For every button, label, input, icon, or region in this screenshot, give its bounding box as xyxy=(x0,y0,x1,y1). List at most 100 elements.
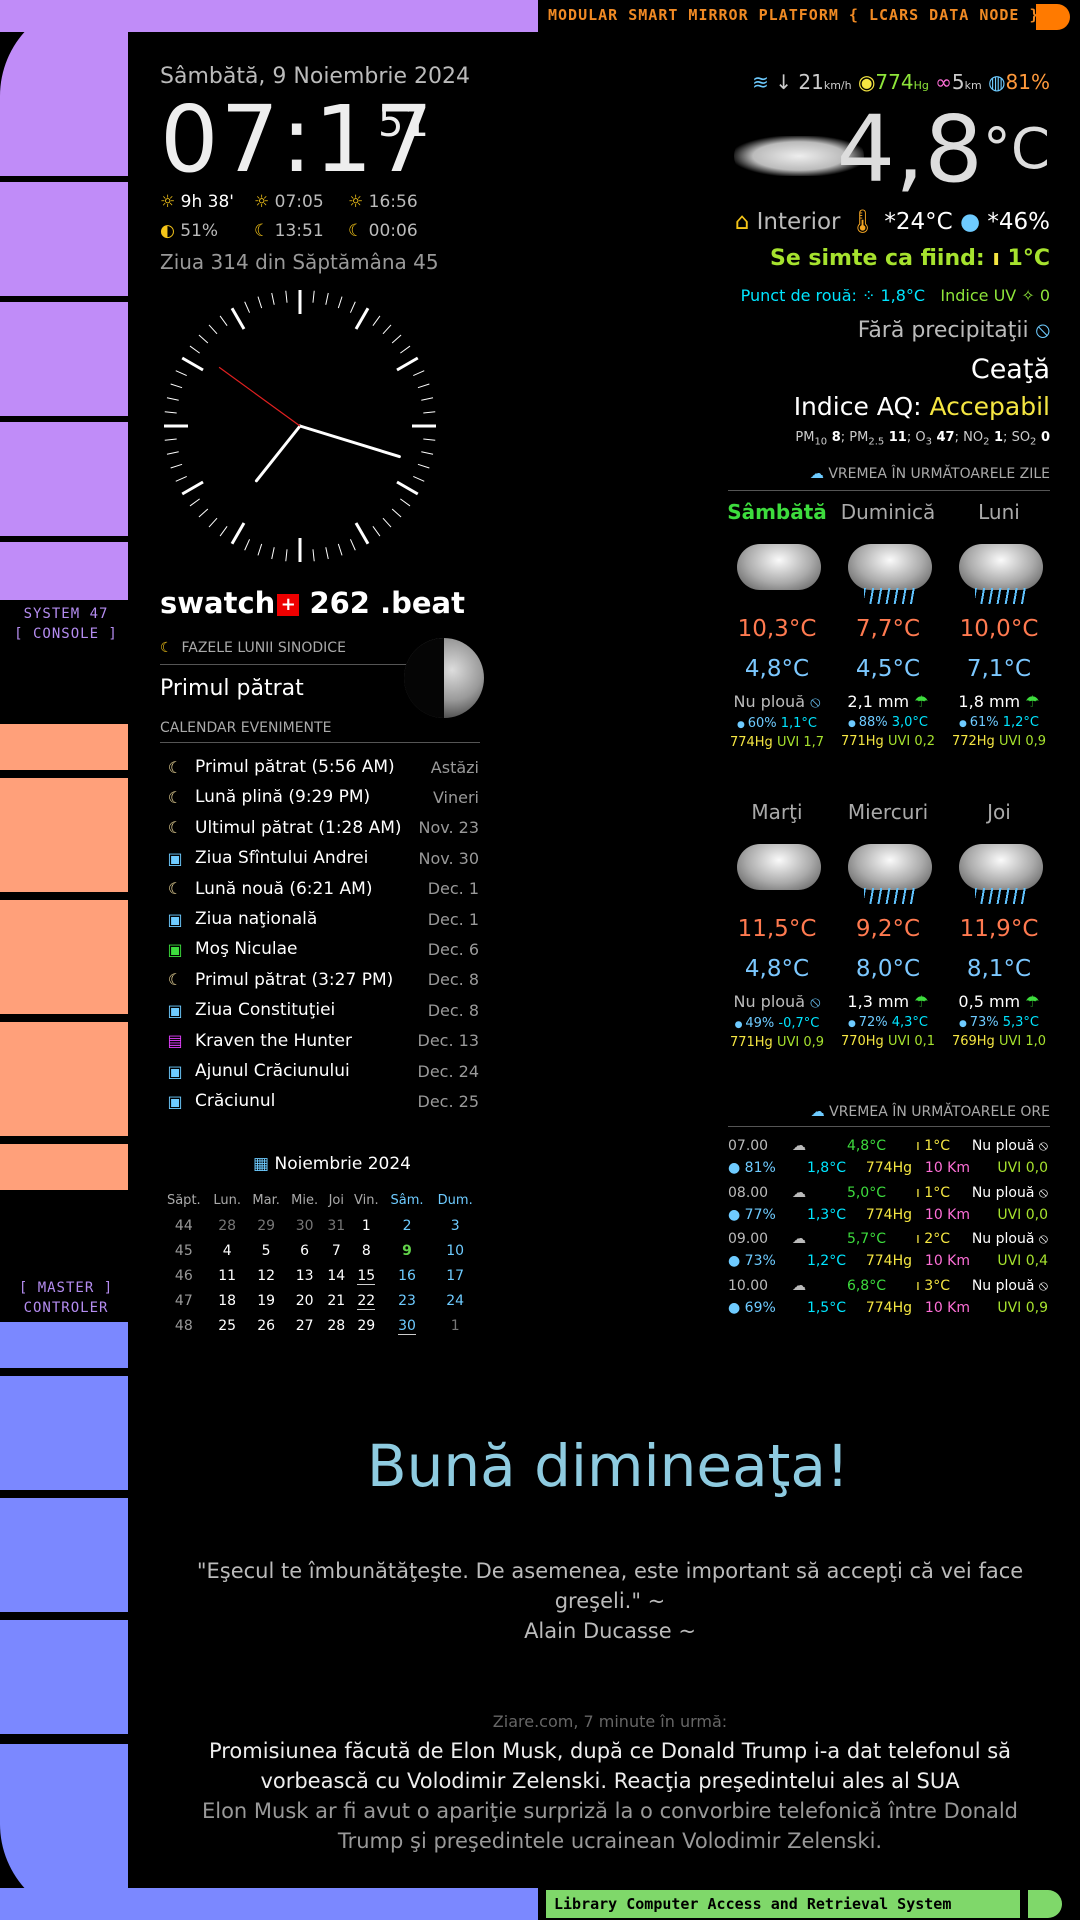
calendar-day[interactable]: 9 xyxy=(384,1238,431,1263)
event-item[interactable]: ▣ Moş Niculae Dec. 6 xyxy=(165,934,479,964)
forecast-temp-max: 10,0°C xyxy=(959,616,1039,642)
calendar-day[interactable]: 12 xyxy=(247,1263,286,1288)
calendar-day[interactable]: 11 xyxy=(208,1263,247,1288)
lcars-segment-salmon-4[interactable] xyxy=(0,1022,128,1136)
event-item[interactable]: ☾ Primul pătrat (5:56 AM) Astăzi xyxy=(165,752,479,782)
event-date: Astăzi xyxy=(430,757,479,777)
forecast-pressure-uv: 770Hg UVI 0,1 xyxy=(840,1034,936,1049)
event-item[interactable]: ▣ Ajunul Crăciunului Dec. 24 xyxy=(165,1056,479,1086)
event-item[interactable]: ▣ Crăciunul Dec. 25 xyxy=(165,1086,479,1116)
calendar-day[interactable]: 24 xyxy=(430,1288,480,1313)
humidity-icon: ◍ xyxy=(988,70,1006,94)
calendar-day[interactable]: 10 xyxy=(430,1238,480,1263)
calendar-day[interactable]: 23 xyxy=(384,1288,431,1313)
calendar-day[interactable]: 31 xyxy=(324,1213,349,1238)
calendar-day[interactable]: 2 xyxy=(384,1213,431,1238)
calendar-day[interactable]: 1 xyxy=(430,1313,480,1338)
lcars-top-cap[interactable] xyxy=(1036,4,1070,30)
calendar-weekday-header: Mar. xyxy=(252,1193,280,1208)
event-title: Crăciunul xyxy=(195,1091,276,1112)
lcars-segment-salmon-2[interactable] xyxy=(0,778,128,892)
no-rain-icon: ⦸ xyxy=(1035,318,1050,343)
rain-weather-icon xyxy=(838,534,938,604)
lcars-segment-purple-3[interactable] xyxy=(0,422,128,536)
lcars-segment-salmon-5[interactable] xyxy=(0,1144,128,1190)
calendar-day[interactable]: 28 xyxy=(324,1313,349,1338)
hourly-forecast-header: ☁ VREMEA ÎN URMĂTOARELE ORE xyxy=(811,1104,1050,1120)
lcars-segment-purple-4[interactable] xyxy=(0,542,128,600)
event-item[interactable]: ☾ Lună nouă (6:21 AM) Dec. 1 xyxy=(165,874,479,904)
calendar-day[interactable]: 19 xyxy=(247,1288,286,1313)
calendar-day[interactable]: 7 xyxy=(324,1238,349,1263)
calendar-day[interactable]: 29 xyxy=(349,1313,384,1338)
forecast-temp-max: 11,5°C xyxy=(737,916,817,942)
umbrella-icon: ☂ xyxy=(1025,692,1040,711)
cloud-icon: ☁ xyxy=(792,1138,806,1154)
feels-like-label: Se simte ca fiind: xyxy=(769,246,985,271)
lcars-segment-purple-1[interactable] xyxy=(0,182,128,296)
humidity-icon: ● xyxy=(958,1019,970,1029)
event-item[interactable]: ▣ Ziua naţională Dec. 1 xyxy=(165,904,479,934)
lcars-segment-blue-2[interactable] xyxy=(0,1376,128,1490)
calendar-day[interactable]: 20 xyxy=(286,1288,324,1313)
sun-icon: ☼ xyxy=(160,192,176,212)
calendar-day[interactable]: 5 xyxy=(247,1238,286,1263)
feels-like-value: 1°C xyxy=(1007,246,1050,271)
weather-condition: Ceaţă xyxy=(970,354,1050,385)
calendar-day[interactable]: 1 xyxy=(349,1213,384,1238)
calendar-day[interactable]: 25 xyxy=(208,1313,247,1338)
clock-minute-tick xyxy=(372,526,381,537)
forecast-humidity-dew: ● 49% -0,7°C xyxy=(734,1016,820,1031)
lcars-segment-blue-3[interactable] xyxy=(0,1498,128,1612)
hourly-pressure: 774Hg xyxy=(865,1299,912,1316)
calendar-day[interactable]: 14 xyxy=(324,1263,349,1288)
calendar-day[interactable]: 6 xyxy=(286,1238,324,1263)
hourly-visibility: 10 Km xyxy=(924,1160,970,1176)
calendar-day[interactable]: 22 xyxy=(349,1288,384,1313)
calendar-day[interactable]: 26 xyxy=(247,1313,286,1338)
clock-hour-tick xyxy=(181,356,204,372)
calendar-day[interactable]: 15 xyxy=(349,1263,384,1288)
calendar-day[interactable]: 27 xyxy=(286,1313,324,1338)
event-item[interactable]: ▣ Ziua Constituţiei Dec. 8 xyxy=(165,995,479,1025)
news-headline[interactable]: Promisiunea făcută de Elon Musk, după ce… xyxy=(180,1736,1040,1796)
calendar-day[interactable]: 29 xyxy=(247,1213,286,1238)
calendar-day[interactable]: 13 xyxy=(286,1263,324,1288)
lcars-segment-blue-1[interactable] xyxy=(0,1322,128,1368)
calendar-weekday-header: Dum. xyxy=(437,1193,473,1208)
calendar-day[interactable]: 3 xyxy=(430,1213,480,1238)
lcars-segment-purple-2[interactable] xyxy=(0,302,128,416)
lcars-segment-salmon-1[interactable] xyxy=(0,724,128,770)
calendar-day[interactable]: 18 xyxy=(208,1288,247,1313)
calendar-week-number: 46 xyxy=(174,1267,193,1284)
event-item[interactable]: ☾ Primul pătrat (3:27 PM) Dec. 8 xyxy=(165,965,479,995)
clock-hour-tick xyxy=(230,307,246,330)
hourly-dew: 1,5°C xyxy=(806,1299,846,1316)
quote: "Eşecul te îmbunătăţeşte. De asemenea, e… xyxy=(180,1556,1040,1646)
forecast-pressure-uv: 772Hg UVI 0,9 xyxy=(951,734,1047,749)
hourly-uv: UVI 0,0 xyxy=(997,1206,1048,1223)
moon-phase-header: ☾ FAZELE LUNII SINODICE xyxy=(160,640,346,656)
divider xyxy=(728,1126,1050,1127)
calendar-day[interactable]: 8 xyxy=(349,1238,384,1263)
calendar-day[interactable]: 17 xyxy=(430,1263,480,1288)
cloud-sun-icon: ☁ xyxy=(810,1104,825,1120)
lcars-segment-salmon-3[interactable] xyxy=(0,900,128,1014)
calendar-day[interactable]: 28 xyxy=(208,1213,247,1238)
event-date: Dec. 24 xyxy=(417,1061,480,1081)
calendar-day[interactable]: 4 xyxy=(208,1238,247,1263)
calendar-day[interactable]: 16 xyxy=(384,1263,431,1288)
event-item[interactable]: ▤ Kraven the Hunter Dec. 13 xyxy=(165,1026,479,1056)
calendar-week-row: 48 25 26 27 28 29 30 1 xyxy=(160,1313,480,1338)
event-item[interactable]: ☾ Ultimul pătrat (1:28 AM) Nov. 23 xyxy=(165,813,479,843)
calendar-day[interactable]: 21 xyxy=(324,1288,349,1313)
calendar-day[interactable]: 30 xyxy=(286,1213,324,1238)
lcars-segment-blue-4[interactable] xyxy=(0,1620,128,1734)
indoor-temp: *24°C xyxy=(884,209,953,235)
event-item[interactable]: ▣ Ziua Sfîntului Andrei Nov. 30 xyxy=(165,843,479,873)
calendar-day[interactable]: 30 xyxy=(384,1313,431,1338)
event-item[interactable]: ☾ Lună plină (9:29 PM) Vineri xyxy=(165,782,479,812)
lcars-bottom-cap[interactable] xyxy=(1028,1890,1062,1918)
hourly-visibility: 10 Km xyxy=(924,1299,970,1316)
event-title: Lună nouă (6:21 AM) xyxy=(195,878,373,899)
